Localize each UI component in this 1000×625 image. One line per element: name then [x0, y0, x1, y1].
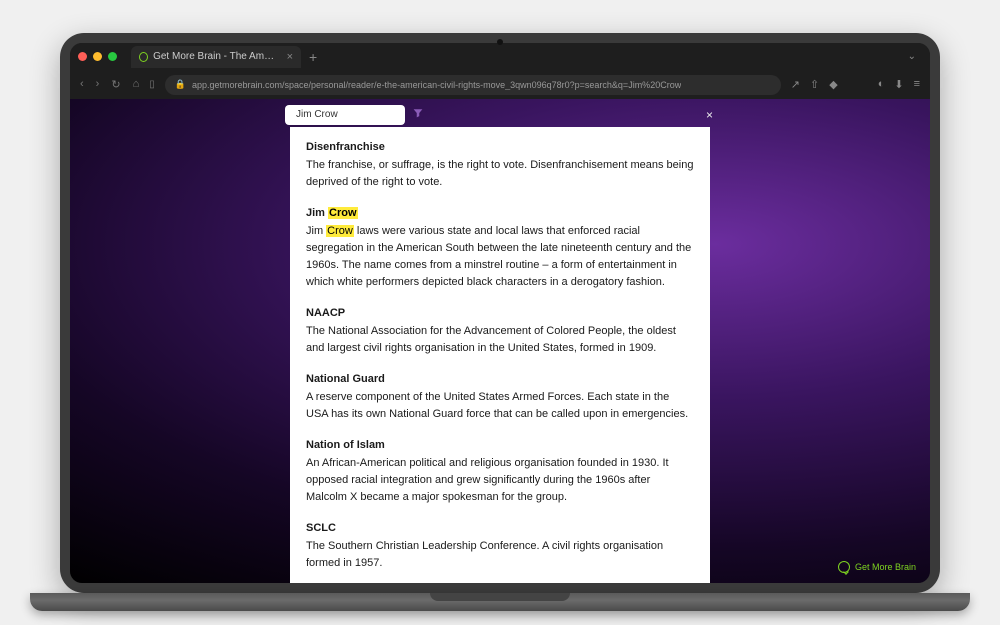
share-icon[interactable]: ⇧ [810, 78, 819, 91]
glossary-entry: SCLCThe Southern Christian Leadership Co… [306, 520, 694, 572]
laptop-frame: Get More Brain - The America… × + ⌄ ‹ › … [60, 33, 940, 593]
browser-chrome: Get More Brain - The America… × + ⌄ ‹ › … [70, 43, 930, 99]
search-input-wrap[interactable] [285, 105, 405, 125]
glossary-definition: The National Association for the Advance… [306, 323, 694, 357]
glossary-term: NAACP [306, 305, 694, 322]
document-content: DisenfranchiseThe franchise, or suffrage… [290, 127, 710, 583]
sidebar-toggle-icon[interactable]: ▯ [149, 79, 155, 90]
tabs-overflow-icon[interactable]: ⌄ [902, 51, 922, 62]
glossary-entry: National GuardA reserve component of the… [306, 371, 694, 423]
toolbar: ‹ › ↻ ⌂ ▯ 🔒 app.getmorebrain.com/space/p… [70, 71, 930, 99]
close-tab-icon[interactable]: × [287, 51, 293, 63]
address-bar[interactable]: 🔒 app.getmorebrain.com/space/personal/re… [165, 75, 781, 95]
glossary-entry: DisenfranchiseThe franchise, or suffrage… [306, 139, 694, 191]
page-viewport: × DisenfranchiseThe franchise, or suffra… [70, 99, 930, 583]
glossary-entry: Jim CrowJim Crow laws were various state… [306, 205, 694, 291]
browser-tab[interactable]: Get More Brain - The America… × [131, 46, 301, 68]
shield-icon[interactable]: ◆ [829, 78, 837, 91]
glossary-definition: An African-American political and religi… [306, 455, 694, 506]
brand-text: Get More Brain [855, 562, 916, 572]
new-tab-button[interactable]: + [309, 49, 317, 65]
reload-button[interactable]: ↻ [111, 78, 120, 91]
glossary-term: Nation of Islam [306, 437, 694, 454]
glossary-entry: Nation of IslamAn African-American polit… [306, 437, 694, 506]
minimize-window-button[interactable] [93, 52, 102, 61]
glossary-definition: The franchise, or suffrage, is the right… [306, 157, 694, 191]
search-bar: × [285, 103, 715, 127]
lock-icon: 🔒 [175, 79, 186, 90]
search-input[interactable] [296, 109, 428, 120]
url-text: app.getmorebrain.com/space/personal/read… [192, 80, 681, 90]
download-icon[interactable]: ⬇ [894, 78, 903, 91]
filter-icon[interactable] [413, 108, 423, 121]
maximize-window-button[interactable] [108, 52, 117, 61]
back-button[interactable]: ‹ [80, 78, 84, 91]
close-search-icon[interactable]: × [706, 108, 713, 122]
screen: Get More Brain - The America… × + ⌄ ‹ › … [70, 43, 930, 583]
tab-title: Get More Brain - The America… [153, 51, 279, 62]
home-button[interactable]: ⌂ [133, 78, 140, 91]
glossary-definition: The Southern Christian Leadership Confer… [306, 538, 694, 572]
tab-strip: Get More Brain - The America… × + ⌄ [70, 43, 930, 71]
glossary-term: National Guard [306, 371, 694, 388]
laptop-base [30, 593, 970, 611]
search-highlight: Crow [328, 207, 358, 219]
extension-icon[interactable]: ◐ [878, 78, 885, 91]
glossary-term: SCLC [306, 520, 694, 537]
forward-button[interactable]: › [96, 78, 100, 91]
menu-icon[interactable]: ≡ [914, 78, 920, 91]
open-external-icon[interactable]: ↗ [791, 78, 800, 91]
search-highlight: Crow [326, 225, 354, 237]
glossary-definition: A reserve component of the United States… [306, 389, 694, 423]
glossary-term: Disenfranchise [306, 139, 694, 156]
camera-notch [497, 39, 503, 45]
glossary-definition: Jim Crow laws were various state and loc… [306, 223, 694, 291]
tab-favicon [139, 52, 148, 62]
brand-bubble-icon [838, 561, 850, 573]
close-window-button[interactable] [78, 52, 87, 61]
glossary-term: Jim Crow [306, 205, 694, 222]
brand-watermark: Get More Brain [838, 561, 916, 573]
window-controls [78, 52, 117, 61]
glossary-entry: NAACPThe National Association for the Ad… [306, 305, 694, 357]
